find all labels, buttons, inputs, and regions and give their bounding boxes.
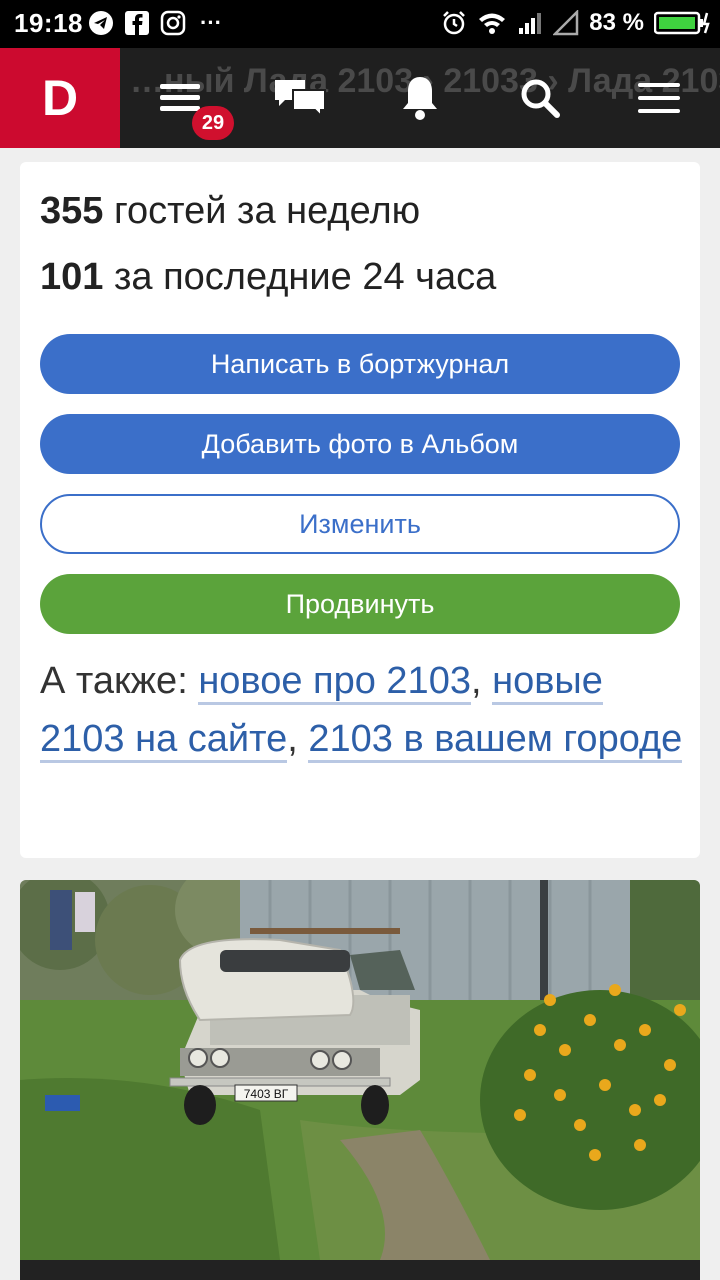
battery-icon [654,11,710,35]
write-logbook-button[interactable]: Написать в бортжурнал [40,334,680,394]
week-text: гостей за неделю [103,190,421,232]
also-links: А также: новое про 2103, новые 2103 на с… [40,652,690,768]
instagram-icon [160,10,186,36]
separator: , [287,718,309,760]
week-count: 355 [40,190,104,232]
messages-button[interactable] [255,48,345,148]
alarm-icon [443,11,466,35]
signal-icon [519,13,542,34]
search-icon [521,79,560,118]
link-new-about-2103[interactable]: новое про 2103 [198,660,471,705]
car-photo-image: 7403 ВГ [20,880,700,1260]
also-prefix: А также: [40,660,199,702]
promote-button[interactable]: Продвинуть [40,574,680,634]
status-left-icons: ··· [88,10,222,36]
day-text: за последние 24 часа [103,256,497,298]
status-more: ··· [200,10,222,35]
battery-percent: 83 % [589,9,644,36]
day-stat: 101 за последние 24 часа [40,256,496,299]
search-button[interactable] [495,48,585,148]
license-plate: 7403 ВГ [244,1087,289,1101]
photo-caption-bar [20,1260,700,1280]
hamburger-icon [638,83,680,113]
bell-icon [403,77,437,120]
status-bar: 19:18 ··· 83 % [0,0,720,48]
link-2103-in-your-city[interactable]: 2103 в вашем городе [308,718,683,763]
no-signal-icon [553,10,579,36]
app-header: …ный Лада 2103 › 21033 › Лада 2103 «…мны… [0,48,720,148]
day-count: 101 [40,256,104,298]
edit-button[interactable]: Изменить [40,494,680,554]
notifications-button[interactable] [375,48,465,148]
telegram-icon [89,11,113,35]
logo-button[interactable]: D [0,48,120,148]
notifications-badge: 29 [192,106,234,140]
car-photo[interactable]: 7403 ВГ [20,880,700,1260]
wifi-icon [479,13,506,34]
status-time: 19:18 [14,8,83,38]
stats-card: 355 гостей за неделю 101 за последние 24… [20,162,700,858]
facebook-icon [125,11,149,35]
add-photo-button[interactable]: Добавить фото в Альбом [40,414,680,474]
separator: , [470,660,493,702]
week-stat: 355 гостей за неделю [40,190,420,233]
menu-button[interactable] [614,48,704,148]
chat-icon [275,80,326,119]
status-right-icons: 83 % [441,9,710,37]
